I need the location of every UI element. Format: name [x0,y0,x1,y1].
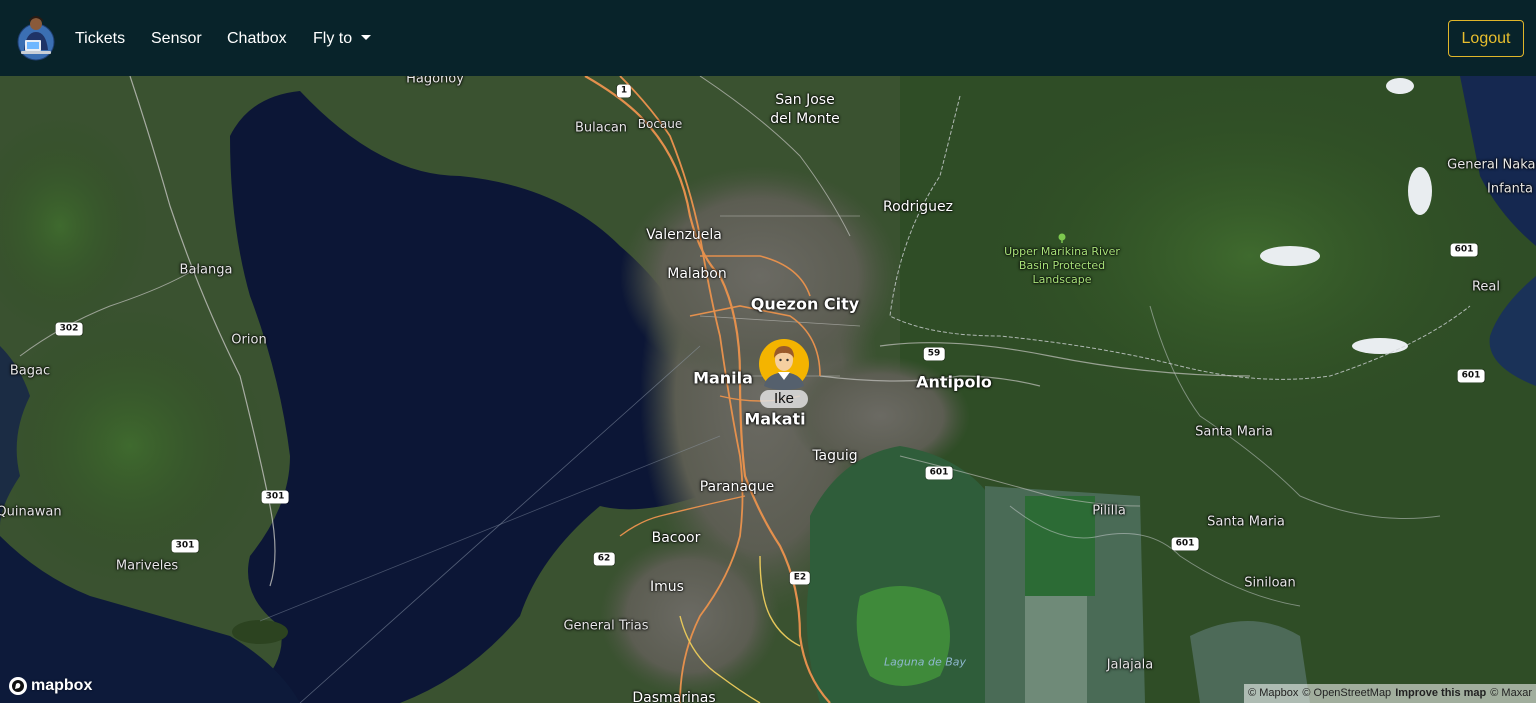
place-label: Santa Maria [1195,424,1273,440]
place-label: Bacoor [651,530,701,546]
place-label: Jalajala [1106,657,1154,673]
place-label: Siniloan [1244,575,1296,591]
road-shield: 601 [1457,369,1485,383]
mapbox-logo[interactable]: mapbox [8,676,92,696]
road-shield: 301 [171,539,199,553]
place-label: Valenzuela [646,227,722,243]
place-label: Malabon [667,266,727,282]
place-label: Paranaque [699,479,775,495]
place-label: Santa Maria [1207,514,1285,530]
attribution-osm-link[interactable]: © OpenStreetMap [1302,684,1391,703]
place-label: Infanta [1487,181,1533,197]
place-label: San Jose del Monte [770,92,840,127]
road-shield: 601 [925,466,953,480]
road-shield: 301 [261,490,289,504]
road-shield: 62 [593,552,615,566]
water-label: Laguna de Bay [883,655,967,669]
place-label: Taguig [812,448,858,464]
place-label: Antipolo [916,372,992,392]
place-label: Quinawan [0,504,62,520]
map-attribution: © Mapbox © OpenStreetMap Improve this ma… [1244,684,1536,703]
place-label: Pililla [1092,503,1126,519]
map-canvas[interactable]: 1 302 301 301 59 601 601 601 601 62 E2 H… [0,76,1536,703]
mapbox-logo-icon [9,677,27,695]
place-label: Bagac [9,363,51,379]
mapbox-logo-text: mapbox [31,677,93,694]
place-label: Imus [650,579,684,595]
top-navbar: Tickets Sensor Chatbox Fly to Logout [0,0,1536,76]
logout-button[interactable]: Logout [1448,20,1524,57]
improve-map-link[interactable]: Improve this map [1395,684,1486,703]
road-shield: 302 [55,322,83,336]
place-label: General Nakar [1447,157,1536,173]
road-shield: E2 [789,571,811,585]
nav-tickets-link[interactable]: Tickets [75,28,125,50]
nav-fly-to-label: Fly to [313,30,353,47]
road-shield: 601 [1450,243,1478,257]
brand-logo-icon[interactable] [16,14,56,62]
park-label: Upper Marikina River Basin Protected Lan… [1004,245,1120,286]
road-shield: 59 [923,347,945,361]
attribution-mapbox-link[interactable]: © Mapbox [1248,684,1298,703]
place-label: Bocaue [637,117,683,131]
place-label: Dasmarinas [632,690,716,703]
road-shield: 601 [1171,537,1199,551]
caret-down-icon [361,35,372,40]
user-marker-label: Ike [760,390,808,408]
place-label: Balanga [179,262,233,278]
place-label: Real [1471,279,1501,295]
nav-chatbox-link[interactable]: Chatbox [227,28,287,50]
place-label: Rodriguez [883,199,953,215]
nav-sensor-link[interactable]: Sensor [151,28,202,50]
road-shield: 1 [616,84,632,98]
place-label: Mariveles [115,558,179,574]
place-label: Orion [231,332,267,348]
nav-fly-to-dropdown[interactable]: Fly to [313,28,372,50]
place-label: Manila [693,368,753,388]
place-label: Bulacan [574,120,628,136]
place-label: Quezon City [750,294,860,314]
place-label: General Trias [563,618,649,634]
park-marker-icon [1057,230,1067,243]
place-label: Hagonoy [406,76,464,87]
attribution-maxar-link[interactable]: © Maxar [1490,684,1532,703]
place-label: Makati [744,409,806,429]
